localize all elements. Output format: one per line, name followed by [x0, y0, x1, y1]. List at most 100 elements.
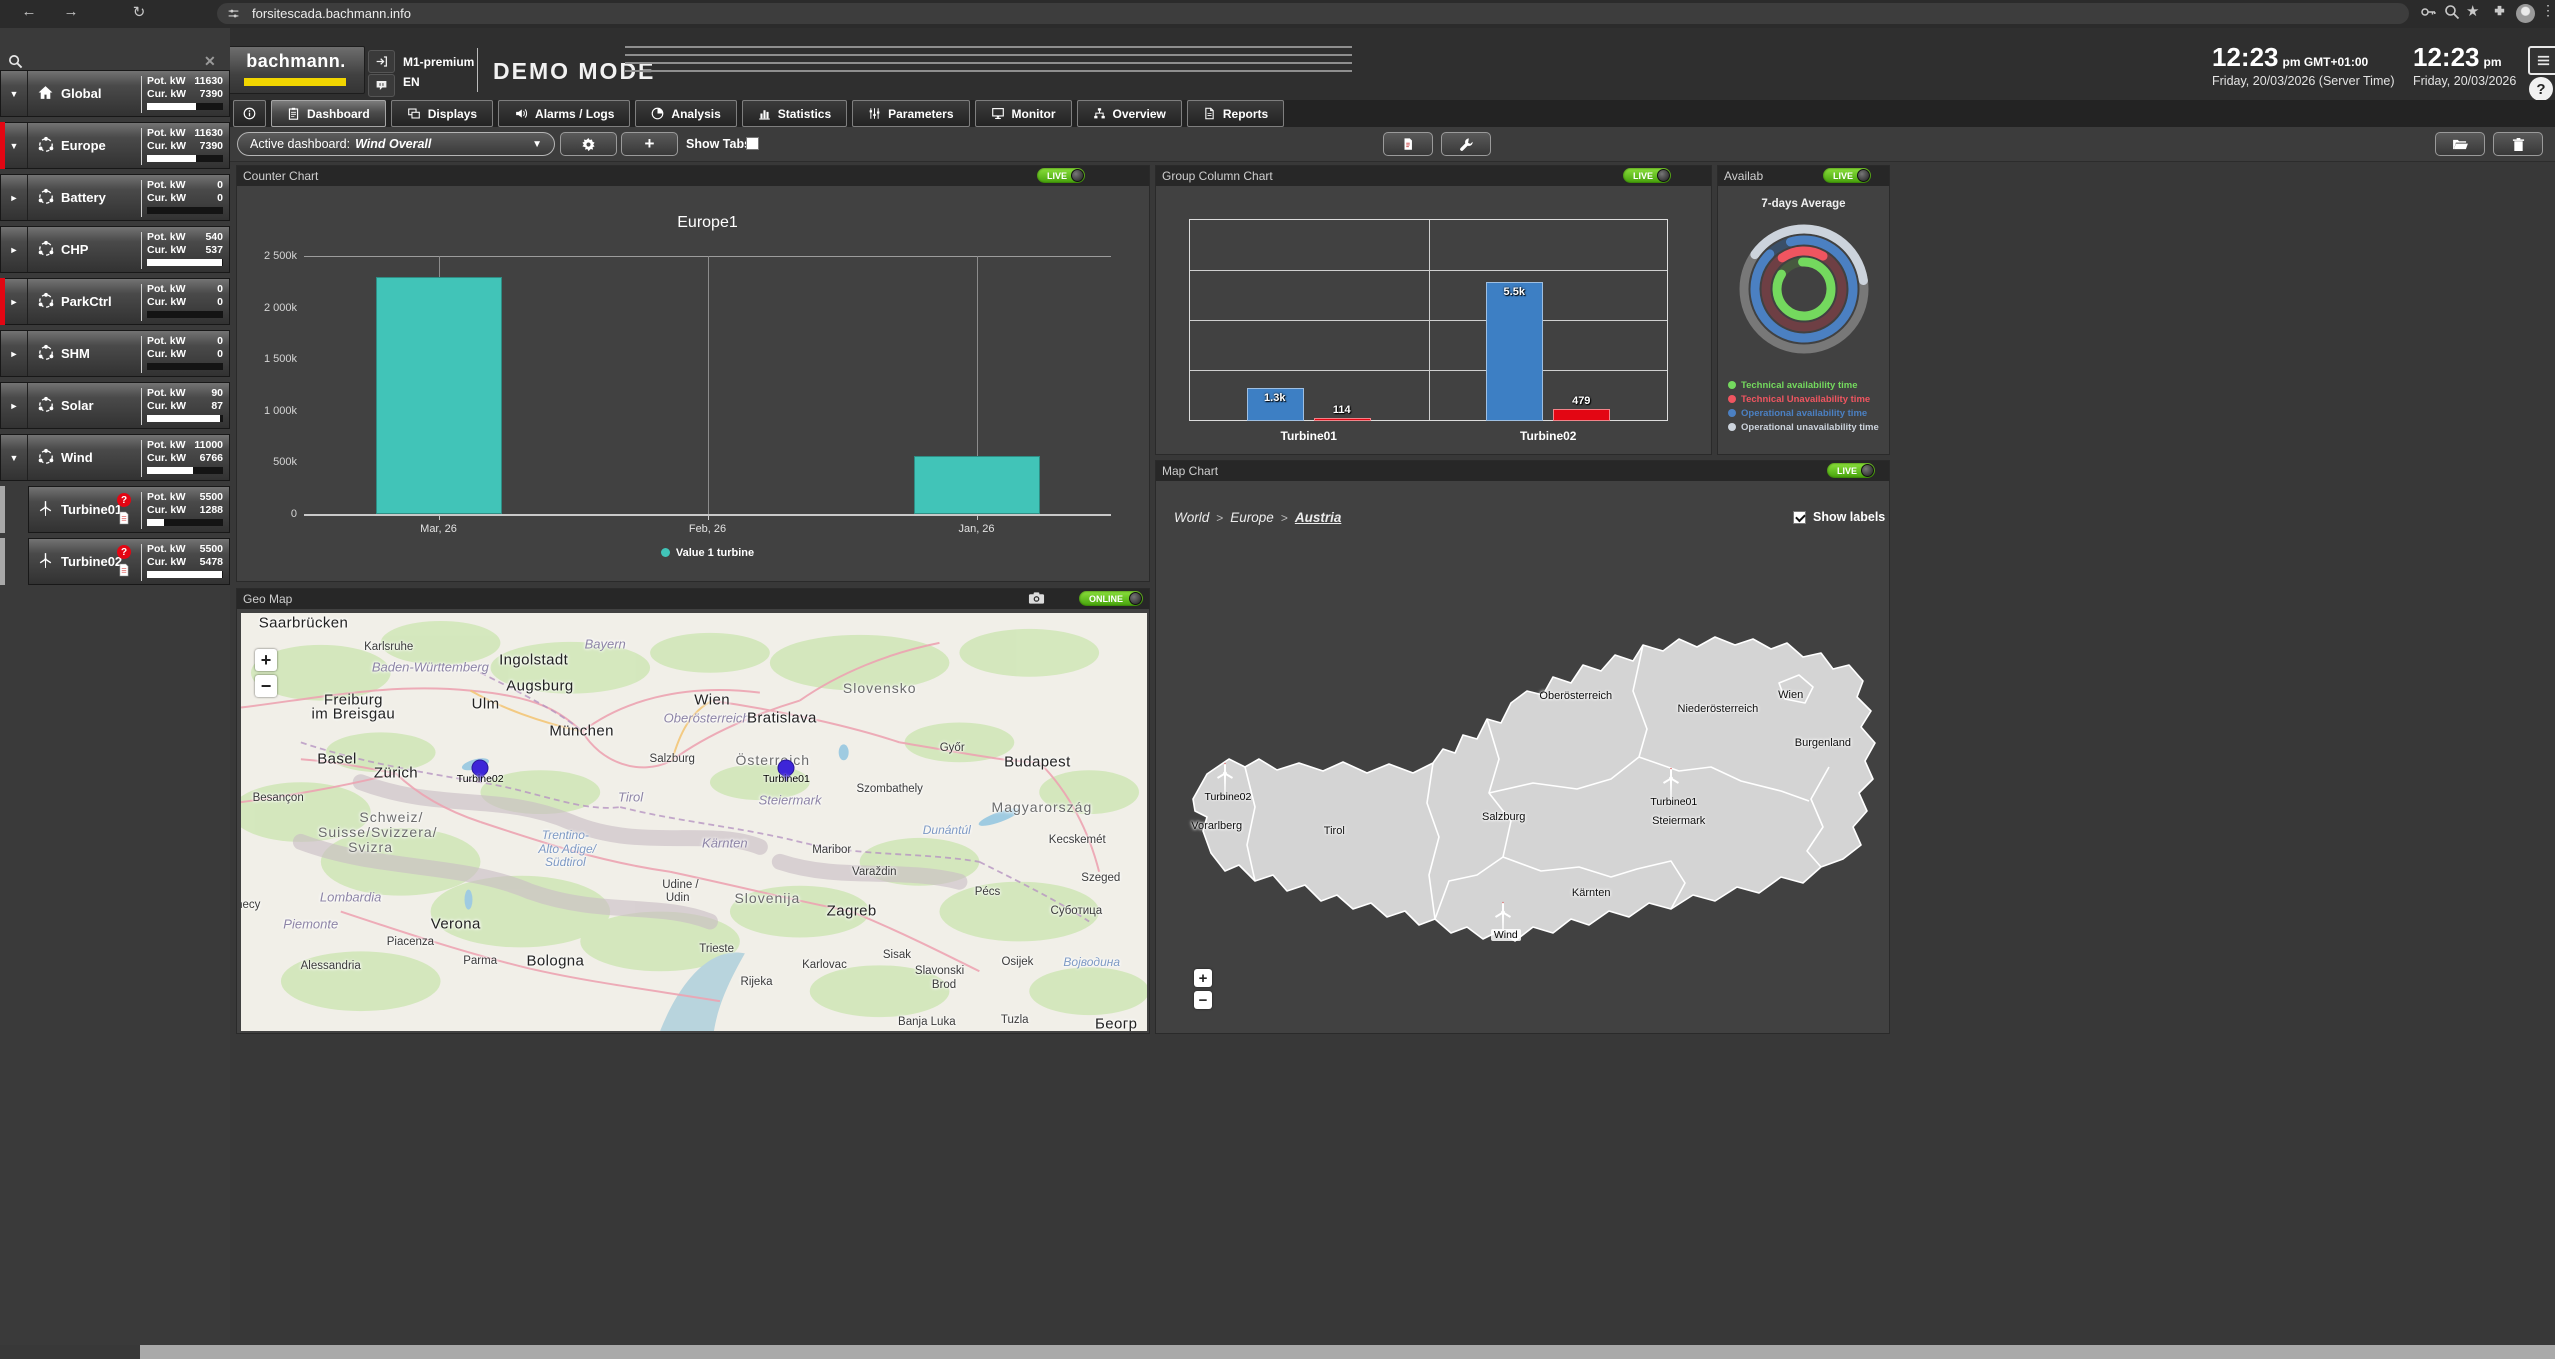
tab-overview[interactable]: Overview: [1077, 100, 1182, 127]
bachmann-logo[interactable]: bachmann.: [227, 46, 365, 94]
profile-avatar[interactable]: [2516, 4, 2535, 23]
add-dashboard-button[interactable]: +: [621, 132, 678, 156]
language-bubble-icon[interactable]: [368, 74, 395, 97]
geo-label: Суботица: [1051, 905, 1103, 917]
turbine-icon: [37, 552, 54, 569]
sidebar-item-chp[interactable]: ►CHPPot. kW540Cur. kW537: [0, 226, 230, 273]
availability-subtitle: 7-days Average: [1718, 198, 1889, 210]
geo-label: Tuzla: [1001, 1014, 1029, 1026]
austria-regions: [1181, 631, 1881, 961]
expand-arrow-icon[interactable]: ►: [1, 279, 28, 324]
pot-line: Pot. kW5500: [147, 491, 223, 504]
geo-zoom-out-button[interactable]: −: [255, 675, 277, 697]
show-tabs-checkbox[interactable]: [746, 137, 759, 150]
counter-chart-plot-title: Europe1: [304, 214, 1111, 232]
document-icon[interactable]: [118, 563, 130, 582]
breadcrumb-separator: >: [1216, 511, 1223, 525]
expand-arrow-icon[interactable]: ►: [1, 227, 28, 272]
breadcrumb-world[interactable]: World: [1174, 510, 1209, 525]
breadcrumb-europe[interactable]: Europe: [1230, 510, 1274, 525]
passkey-icon[interactable]: [2420, 4, 2436, 25]
power-info: Pot. kW5500Cur. kW5478: [147, 543, 223, 578]
tab-alarms-logs[interactable]: Alarms / Logs: [498, 100, 630, 127]
dashboard-settings-button[interactable]: [560, 132, 617, 156]
divider: [141, 544, 142, 581]
geo-map-canvas[interactable]: SaarbrückenKarlsruheBaden-WürttembergIng…: [241, 613, 1147, 1031]
counter-chart-legend: Value 1 turbine: [304, 547, 1111, 559]
divider: [141, 76, 142, 113]
cur-label: Cur. kW: [147, 556, 186, 569]
group-icon: [37, 136, 55, 154]
counter-live-toggle[interactable]: LIVE: [1037, 168, 1085, 183]
geo-online-toggle[interactable]: ONLINE: [1079, 591, 1143, 606]
sidebar-item-turbine01[interactable]: Turbine01?Pot. kW5500Cur. kW1288: [28, 486, 230, 533]
help-badge-icon[interactable]: ?: [117, 493, 131, 507]
map-zoom-in-button[interactable]: +: [1194, 969, 1212, 987]
help-badge-icon[interactable]: ?: [117, 545, 131, 559]
turbine-label-turbine02: Turbine02: [1204, 791, 1251, 803]
search-clear-icon[interactable]: ✕: [204, 53, 216, 70]
tab-monitor[interactable]: Monitor: [975, 100, 1072, 127]
austria-map[interactable]: OberösterreichNiederösterreichWienBurgen…: [1181, 631, 1881, 961]
sidebar-item-parkctrl[interactable]: ►ParkCtrlPot. kW0Cur. kW0: [0, 278, 230, 325]
camera-icon[interactable]: [1028, 591, 1045, 610]
active-dashboard-select[interactable]: Active dashboard: Wind Overall ▼: [237, 132, 555, 156]
extensions-icon[interactable]: [2492, 4, 2507, 24]
sidebar-item-solar[interactable]: ►SolarPot. kW90Cur. kW87: [0, 382, 230, 429]
expand-arrow-icon[interactable]: ►: [1, 383, 28, 428]
address-bar[interactable]: forsitescada.bachmann.info: [217, 3, 2409, 24]
tab-info[interactable]: [233, 100, 266, 127]
region-label-oberösterreich: Oberösterreich: [1539, 690, 1612, 702]
tab-statistics[interactable]: Statistics: [742, 100, 847, 127]
tab-reports[interactable]: Reports: [1187, 100, 1284, 127]
availability-live-toggle[interactable]: LIVE: [1823, 168, 1871, 183]
collapse-arrow-icon[interactable]: ▼: [1, 123, 28, 168]
tab-displays[interactable]: Displays: [391, 100, 493, 127]
delete-trash-button[interactable]: [2493, 132, 2543, 156]
browser-back-icon[interactable]: ←: [18, 3, 40, 20]
group-live-toggle[interactable]: LIVE: [1623, 168, 1671, 183]
sidebar-item-europe[interactable]: ▼EuropePot. kW11630Cur. kW7390: [0, 122, 230, 169]
help-button[interactable]: ?: [2529, 77, 2553, 101]
breadcrumb-austria[interactable]: Austria: [1295, 510, 1342, 525]
cur-line: Cur. kW1288: [147, 504, 223, 517]
tab-parameters[interactable]: Parameters: [852, 100, 969, 127]
sidebar-item-shm[interactable]: ►SHMPot. kW0Cur. kW0: [0, 330, 230, 377]
horizontal-scrollbar[interactable]: [140, 1345, 2555, 1359]
browser-menu-icon[interactable]: ⋮: [2541, 2, 2555, 19]
open-folder-button[interactable]: [2435, 132, 2485, 156]
expand-arrow-icon[interactable]: ►: [1, 175, 28, 220]
map-zoom-out-button[interactable]: −: [1194, 991, 1212, 1009]
tab-analysis[interactable]: Analysis: [635, 100, 736, 127]
collapse-arrow-icon[interactable]: ▼: [1, 71, 28, 116]
geo-zoom-in-button[interactable]: +: [255, 649, 277, 671]
geo-map-title: Geo Map: [243, 592, 292, 606]
power-bar-fill: [147, 259, 222, 266]
map-live-toggle[interactable]: LIVE: [1827, 463, 1875, 478]
hamburger-menu-icon[interactable]: [2528, 46, 2555, 75]
browser-forward-icon[interactable]: →: [60, 3, 82, 20]
sidebar-item-battery[interactable]: ►BatteryPot. kW0Cur. kW0: [0, 174, 230, 221]
y-tick-label: 2 000k: [239, 302, 297, 314]
cur-value: 5478: [200, 556, 223, 569]
availability-title: Availab: [1724, 169, 1763, 183]
geo-label: Augsburg: [506, 677, 573, 694]
collapse-arrow-icon[interactable]: ▼: [1, 435, 28, 480]
login-icon[interactable]: [368, 50, 395, 73]
sidebar-item-wind[interactable]: ▼WindPot. kW11000Cur. kW6766: [0, 434, 230, 481]
bookmark-star-icon[interactable]: ★: [2466, 2, 2479, 20]
browser-reload-icon[interactable]: ↻: [128, 3, 150, 21]
export-report-button[interactable]: [1383, 132, 1433, 156]
configure-wrench-button[interactable]: [1441, 132, 1491, 156]
sidebar-item-turbine02[interactable]: Turbine02?Pot. kW5500Cur. kW5478: [28, 538, 230, 585]
show-labels-checkbox[interactable]: [1793, 511, 1806, 524]
sidebar-item-global[interactable]: ▼GlobalPot. kW11630Cur. kW7390: [0, 70, 230, 117]
document-icon[interactable]: [118, 511, 130, 530]
legend-dot: [1728, 381, 1736, 389]
language-label[interactable]: EN: [403, 75, 420, 89]
tab-dashboard[interactable]: Dashboard: [271, 100, 386, 127]
site-settings-icon[interactable]: [227, 7, 240, 20]
expand-arrow-icon[interactable]: ►: [1, 331, 28, 376]
zoom-icon[interactable]: [2444, 4, 2460, 25]
map-chart-header: Map Chart LIVE: [1156, 461, 1889, 481]
